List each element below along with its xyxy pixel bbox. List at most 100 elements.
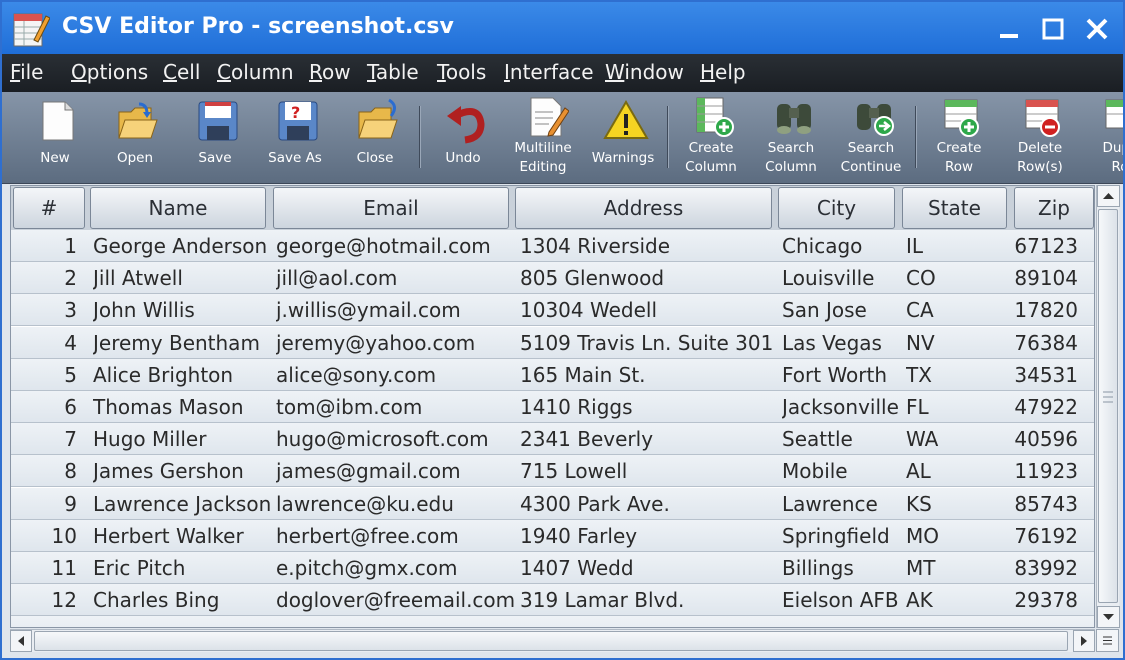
menu-table[interactable]: Table (367, 60, 419, 84)
table-row[interactable]: 9 Lawrence Jackson lawrence@ku.edu 4300 Par… (11, 487, 1094, 520)
cell-city[interactable]: Jacksonville (782, 391, 904, 423)
cell-city[interactable]: Fort Worth (782, 359, 904, 391)
column-header-city[interactable]: City (778, 187, 895, 229)
toolbar-close-button[interactable]: Close (335, 94, 415, 182)
cell-city[interactable]: Eielson AFB (782, 584, 904, 616)
cell-name[interactable]: John Willis (93, 294, 273, 326)
cell-email[interactable]: lawrence@ku.edu (276, 488, 516, 520)
cell-email[interactable]: hugo@microsoft.com (276, 423, 516, 455)
cell-index[interactable]: 7 (13, 423, 77, 455)
cell-email[interactable]: tom@ibm.com (276, 391, 516, 423)
cell-address[interactable]: 165 Main St. (520, 359, 778, 391)
cell-zip[interactable]: 34531 (1014, 359, 1078, 391)
table-row[interactable]: 12 Charles Bing doglover@freemail.com 319 L… (11, 584, 1094, 617)
cell-index[interactable]: 3 (13, 294, 77, 326)
cell-name[interactable]: Jeremy Bentham (93, 327, 273, 359)
cell-name[interactable]: James Gershon (93, 455, 273, 487)
maximize-button[interactable] (1040, 16, 1066, 42)
toolbar-undo-button[interactable]: Undo (423, 94, 503, 182)
cell-state[interactable]: MO (906, 520, 1006, 552)
cell-address[interactable]: 319 Lamar Blvd. (520, 584, 778, 616)
cell-state[interactable]: MT (906, 552, 1006, 584)
cell-zip[interactable]: 67123 (1014, 230, 1078, 262)
cell-city[interactable]: Mobile (782, 455, 904, 487)
menu-cell[interactable]: Cell (163, 60, 200, 84)
table-row[interactable]: 6 Thomas Mason tom@ibm.com 1410 Riggs Jackso… (11, 391, 1094, 423)
cell-zip[interactable]: 85743 (1014, 488, 1078, 520)
cell-state[interactable]: FL (906, 391, 1006, 423)
cell-zip[interactable]: 76384 (1014, 327, 1078, 359)
scroll-right-button[interactable] (1073, 630, 1095, 652)
cell-address[interactable]: 715 Lowell (520, 455, 778, 487)
scroll-up-button[interactable] (1097, 185, 1120, 207)
cell-state[interactable]: CO (906, 262, 1006, 294)
cell-email[interactable]: e.pitch@gmx.com (276, 552, 516, 584)
cell-name[interactable]: Charles Bing (93, 584, 273, 616)
cell-name[interactable]: Herbert Walker (93, 520, 273, 552)
table-row[interactable]: 4 Jeremy Bentham jeremy@yahoo.com 5109 Trav… (11, 326, 1094, 359)
cell-zip[interactable]: 47922 (1014, 391, 1078, 423)
cell-index[interactable]: 6 (13, 391, 77, 423)
minimize-button[interactable] (996, 16, 1022, 42)
cell-city[interactable]: Seattle (782, 423, 904, 455)
cell-index[interactable]: 9 (13, 488, 77, 520)
menu-interface[interactable]: Interface (504, 60, 594, 84)
cell-city[interactable]: Billings (782, 552, 904, 584)
horizontal-scroll-thumb[interactable] (34, 631, 1068, 651)
cell-zip[interactable]: 83992 (1014, 552, 1078, 584)
table-row[interactable]: 3 John Willis j.willis@ymail.com 10304 Wede… (11, 294, 1094, 327)
menu-options[interactable]: Options (71, 60, 148, 84)
cell-city[interactable]: San Jose (782, 294, 904, 326)
cell-city[interactable]: Springfield (782, 520, 904, 552)
toolbar-search-column-button[interactable]: Search Column (751, 94, 831, 182)
cell-name[interactable]: Lawrence Jackson (93, 488, 273, 520)
cell-email[interactable]: j.willis@ymail.com (276, 294, 516, 326)
cell-index[interactable]: 10 (13, 520, 77, 552)
cell-email[interactable]: herbert@free.com (276, 520, 516, 552)
scroll-left-button[interactable] (10, 630, 32, 652)
cell-city[interactable]: Las Vegas (782, 327, 904, 359)
cell-state[interactable]: NV (906, 327, 1006, 359)
close-button[interactable] (1084, 16, 1110, 42)
column-header-state[interactable]: State (902, 187, 1007, 229)
table-row[interactable]: 8 James Gershon james@gmail.com 715 Lowell M… (11, 455, 1094, 488)
table-row[interactable]: 11 Eric Pitch e.pitch@gmx.com 1407 Wedd Bill… (11, 552, 1094, 584)
cell-name[interactable]: Eric Pitch (93, 552, 273, 584)
column-header-zip[interactable]: Zip (1014, 187, 1094, 229)
column-header-name[interactable]: Name (90, 187, 266, 229)
toolbar-multiline-editing-button[interactable]: Multiline Editing (503, 94, 583, 182)
column-header-address[interactable]: Address (515, 187, 772, 229)
cell-city[interactable]: Louisville (782, 262, 904, 294)
cell-state[interactable]: WA (906, 423, 1006, 455)
menu-row[interactable]: Row (309, 60, 351, 84)
cell-name[interactable]: Hugo Miller (93, 423, 273, 455)
cell-index[interactable]: 5 (13, 359, 77, 391)
cell-name[interactable]: Alice Brighton (93, 359, 273, 391)
vertical-scrollbar[interactable] (1096, 185, 1120, 628)
cell-index[interactable]: 4 (13, 327, 77, 359)
table-row[interactable]: 7 Hugo Miller hugo@microsoft.com 2341 Bever… (11, 423, 1094, 456)
cell-email[interactable]: jill@aol.com (276, 262, 516, 294)
horizontal-scrollbar[interactable] (10, 629, 1095, 652)
cell-state[interactable]: TX (906, 359, 1006, 391)
toolbar-warnings-button[interactable]: Warnings (583, 94, 663, 182)
table-row[interactable]: 1 George Anderson george@hotmail.com 1304 R… (11, 230, 1094, 262)
cell-email[interactable]: george@hotmail.com (276, 230, 516, 262)
cell-state[interactable]: KS (906, 488, 1006, 520)
cell-city[interactable]: Chicago (782, 230, 904, 262)
menu-tools[interactable]: Tools (437, 60, 486, 84)
menu-file[interactable]: File (10, 60, 43, 84)
menu-column[interactable]: Column (217, 60, 294, 84)
toolbar-search-continue-button[interactable]: Search Continue (831, 94, 911, 182)
cell-index[interactable]: 2 (13, 262, 77, 294)
cell-address[interactable]: 10304 Wedell (520, 294, 778, 326)
table-row[interactable]: 5 Alice Brighton alice@sony.com 165 Main St… (11, 358, 1094, 391)
cell-address[interactable]: 4300 Park Ave. (520, 488, 778, 520)
column-header-index[interactable]: # (13, 187, 85, 229)
toolbar-create-row-button[interactable]: Create Row (919, 94, 999, 182)
cell-name[interactable]: Thomas Mason (93, 391, 273, 423)
table-row[interactable]: 10 Herbert Walker herbert@free.com 1940 Far… (11, 519, 1094, 552)
cell-index[interactable]: 11 (13, 552, 77, 584)
cell-state[interactable]: AK (906, 584, 1006, 616)
cell-email[interactable]: james@gmail.com (276, 455, 516, 487)
